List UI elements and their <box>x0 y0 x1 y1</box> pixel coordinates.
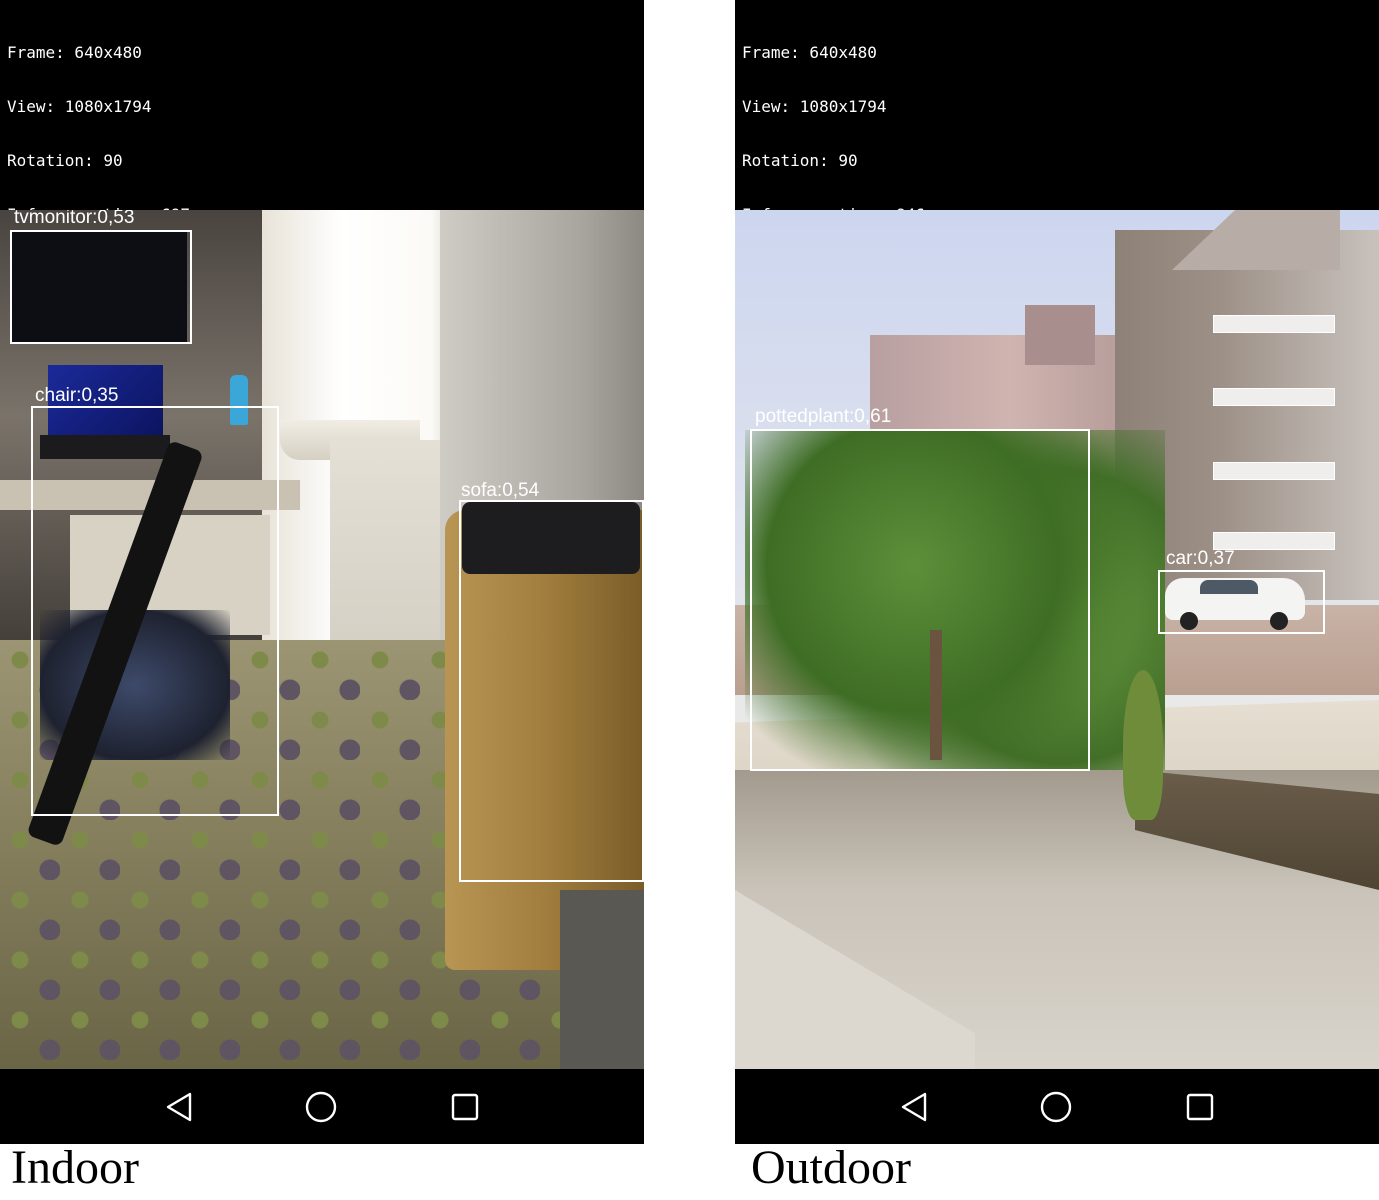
caption-outdoor: Outdoor <box>751 1141 911 1194</box>
balcony <box>1213 315 1335 333</box>
navigation-bar <box>735 1069 1379 1144</box>
detection-label-chair: chair:0,35 <box>35 385 119 406</box>
navigation-bar <box>0 1069 644 1144</box>
balcony <box>1213 388 1335 406</box>
floor-shadow <box>560 890 644 1069</box>
rotation-text: Rotation: 90 <box>742 151 858 170</box>
detection-label-pottedplant: pottedplant:0,61 <box>755 406 892 427</box>
detection-box-pottedplant <box>750 429 1090 771</box>
detection-label-tvmonitor: tvmonitor:0,53 <box>14 210 135 228</box>
back-icon[interactable] <box>896 1089 932 1125</box>
balcony <box>1213 462 1335 480</box>
view-size-text: View: 1080x1794 <box>7 97 152 116</box>
camera-preview: tvmonitor:0,53 chair:0,35 sofa:0,54 <box>0 210 644 1069</box>
detection-label-sofa: sofa:0,54 <box>461 480 540 501</box>
detection-box-tvmonitor <box>10 230 192 344</box>
detection-label-car: car:0,37 <box>1166 548 1235 569</box>
frame-size-text: Frame: 640x480 <box>7 43 142 62</box>
home-icon[interactable] <box>1038 1089 1074 1125</box>
recents-icon[interactable] <box>1182 1089 1218 1125</box>
frame-size-text: Frame: 640x480 <box>742 43 877 62</box>
phone-screen-indoor: Frame: 640x480 View: 1080x1794 Rotation:… <box>0 0 644 1144</box>
chimney <box>1025 305 1095 365</box>
home-icon[interactable] <box>303 1089 339 1125</box>
detection-box-chair <box>31 406 279 816</box>
caption-indoor: Indoor <box>11 1141 139 1194</box>
view-size-text: View: 1080x1794 <box>742 97 887 116</box>
back-icon[interactable] <box>161 1089 197 1125</box>
phone-screen-outdoor: Frame: 640x480 View: 1080x1794 Rotation:… <box>735 0 1379 1144</box>
detection-box-car <box>1158 570 1325 634</box>
detection-box-sofa <box>459 500 644 882</box>
rotation-text: Rotation: 90 <box>7 151 123 170</box>
recents-icon[interactable] <box>447 1089 483 1125</box>
camera-preview: pottedplant:0,61 car:0,37 <box>735 210 1379 1069</box>
cypress-shrub <box>1123 670 1163 820</box>
